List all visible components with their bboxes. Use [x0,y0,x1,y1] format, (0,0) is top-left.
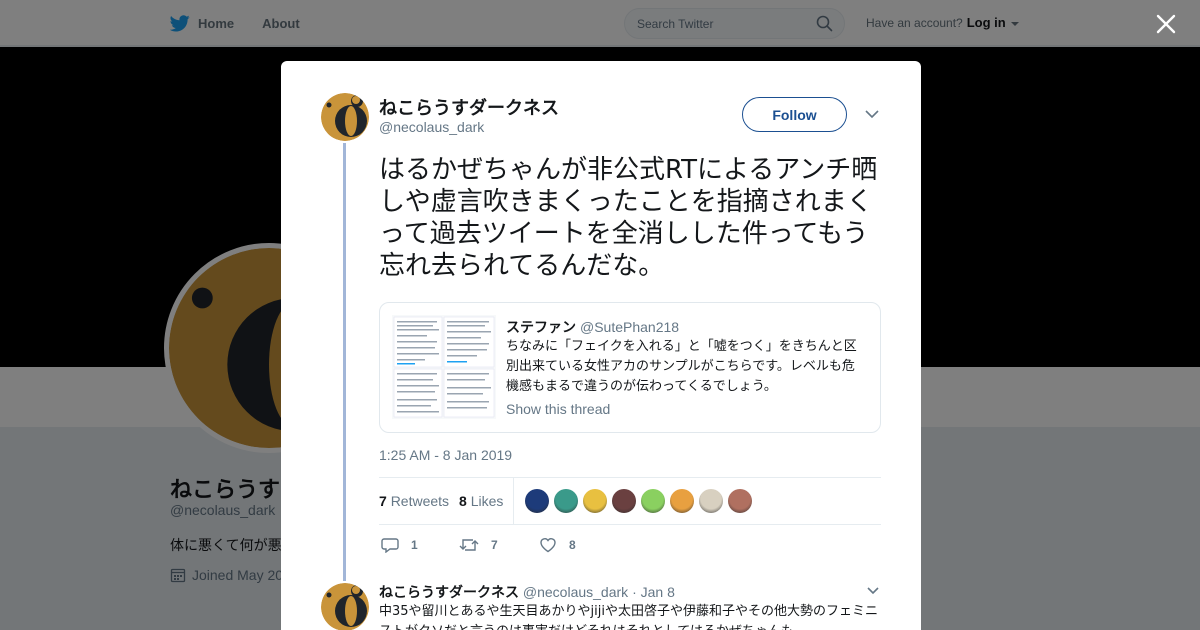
quoted-author-name: ステファン [506,320,576,336]
retweets-label: Retweets [390,493,450,509]
heart-icon [540,538,556,553]
quoted-author-handle: @SutePhan218 [580,319,680,335]
reply-author-avatar[interactable] [321,583,369,630]
reply-count: 1 [411,538,418,552]
reply-author-handle[interactable]: @necolaus_dark [523,584,628,600]
liker-avatar[interactable] [612,489,636,513]
tweet-modal: ねこらうすダークネス @necolaus_dark Follow はるかぜちゃん… [281,61,921,630]
stats-divider [513,478,514,524]
close-icon[interactable] [1154,12,1178,36]
liker-avatar[interactable] [525,489,549,513]
liker-avatar[interactable] [554,489,578,513]
tweet-timestamp[interactable]: 1:25 AM - 8 Jan 2019 [379,447,512,463]
quoted-author: ステファン @SutePhan218 [506,317,679,337]
avatar-cat-eye-icon [321,93,369,141]
avatar-cat-eye-icon [321,583,369,630]
like-action[interactable]: 8 [539,537,576,553]
reply-header: ねこらうすダークネス @necolaus_dark · Jan 8 [379,582,675,602]
liker-avatar[interactable] [641,489,665,513]
likers-avatars [525,489,752,513]
liker-avatar[interactable] [583,489,607,513]
reply-icon [381,538,399,553]
quoted-tweet-thumbnail [392,315,496,419]
author-name[interactable]: ねこらうすダークネス [379,94,559,120]
chevron-down-icon[interactable] [867,587,879,595]
reply-text: 中35や留川とあるや生天目あかりやjijiや太田啓子や伊藤和子やその他大勢のフェ… [379,604,878,630]
thread-connector-line [343,143,346,581]
tweet-text: はるかぜちゃんが非公式RTによるアンチ晒しや虚言吹きまくったことを指摘されまくっ… [379,155,878,281]
retweet-count: 7 [491,538,498,552]
retweet-action[interactable]: 7 [459,537,498,553]
like-count: 8 [569,538,576,552]
author-avatar[interactable] [321,93,369,141]
quoted-tweet[interactable]: ステファン @SutePhan218 ちなみに「フェイクを入れる」と「嘘をつく」を… [379,302,881,433]
liker-avatar[interactable] [699,489,723,513]
retweet-icon [459,539,479,551]
reply-date[interactable]: · Jan 8 [632,584,675,600]
screenshot-collage-icon [392,315,496,419]
author-handle[interactable]: @necolaus_dark [379,119,484,135]
retweets-stat[interactable]: 7 Retweets [379,493,449,509]
tweet-actions: 1 7 8 [379,537,879,557]
liker-avatar[interactable] [728,489,752,513]
quoted-tweet-text: ちなみに「フェイクを入れる」と「嘘をつく」をきちんと区別出来ている女性アカのサン… [506,339,857,394]
reply-action[interactable]: 1 [381,537,418,553]
liker-avatar[interactable] [670,489,694,513]
retweets-count: 7 [379,493,387,509]
likes-count: 8 [459,493,467,509]
tweet-stats: 7 Retweets 8 Likes [379,477,881,525]
chevron-down-icon[interactable] [865,109,879,119]
likes-label: Likes [470,493,504,509]
reply-author-name[interactable]: ねこらうすダークネス [379,585,519,601]
show-thread-link[interactable]: Show this thread [506,401,610,417]
follow-button[interactable]: Follow [742,97,847,132]
likes-stat[interactable]: 8 Likes [459,493,503,509]
